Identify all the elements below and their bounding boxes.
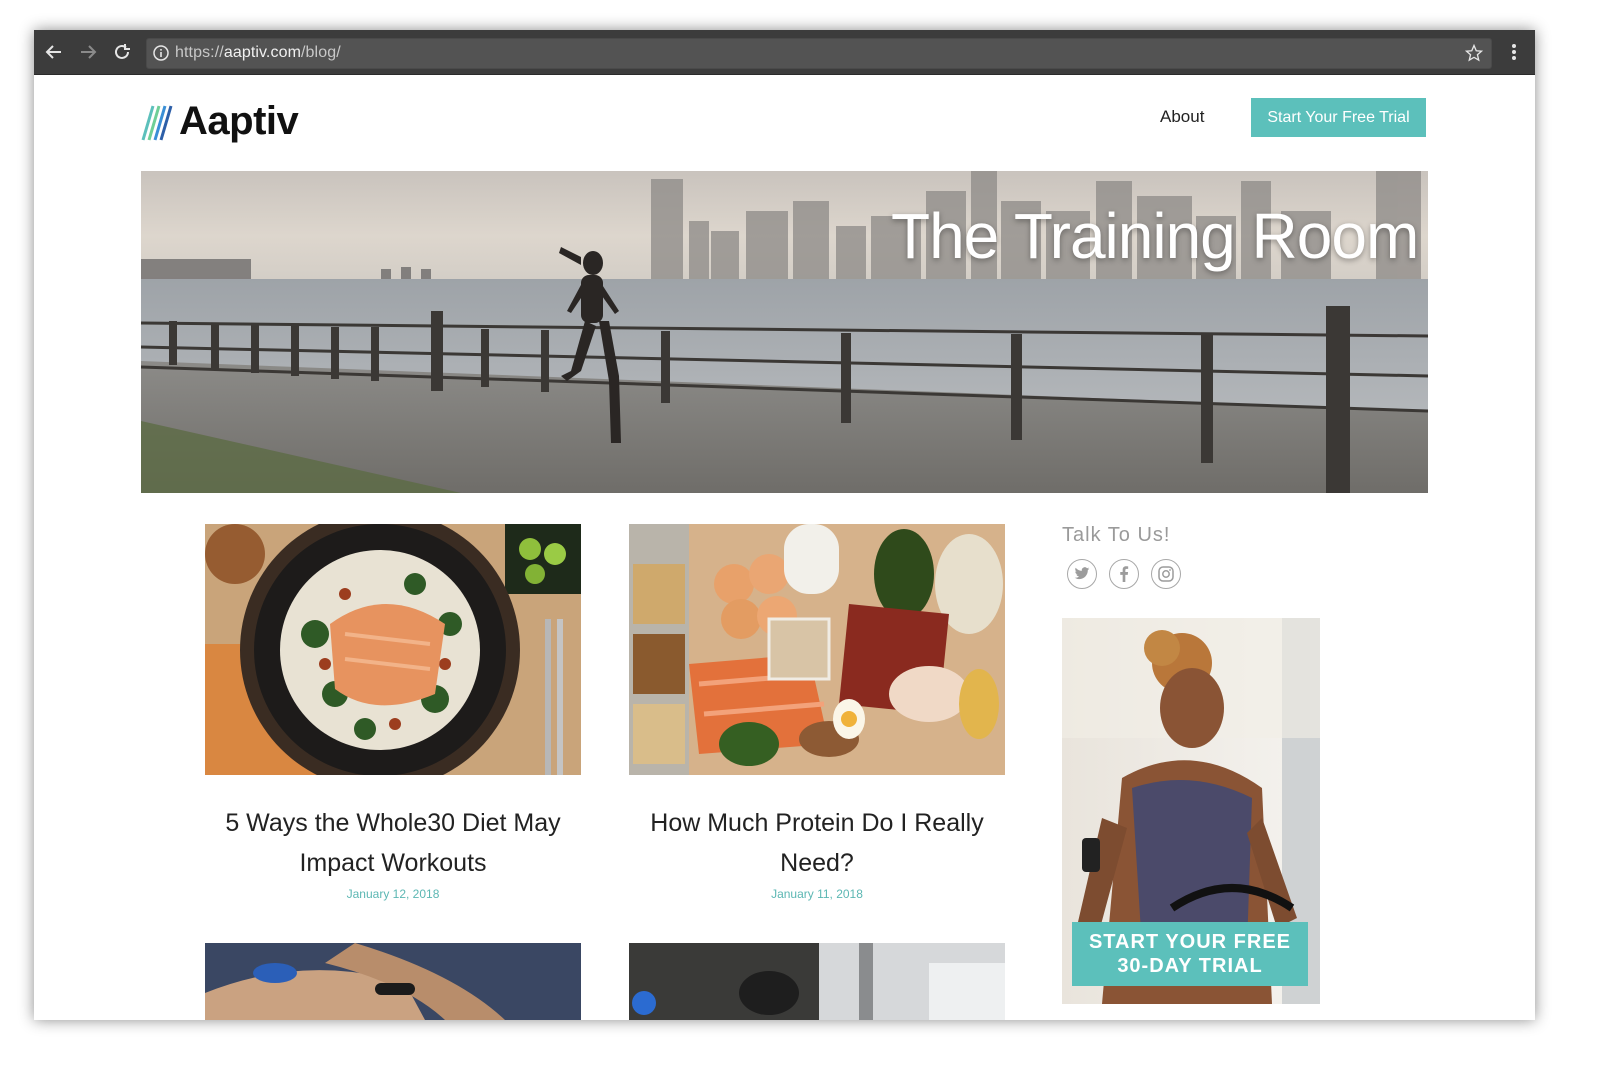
post-image-whole30[interactable] <box>205 524 581 775</box>
logo-stripes-icon <box>141 105 173 141</box>
hero-title: The Training Room <box>891 200 1419 272</box>
hero-banner: The Training Room <box>141 171 1428 493</box>
browser-toolbar: https://aaptiv.com/blog/ <box>34 30 1535 75</box>
ad-cta-line2: 30-DAY TRIAL <box>1117 955 1263 977</box>
workout-image <box>205 943 581 1020</box>
star-icon[interactable] <box>1464 43 1484 67</box>
post-date: January 11, 2018 <box>771 887 863 901</box>
food-image <box>629 524 1005 775</box>
post-title[interactable]: How Much Protein Do I Really Need? <box>629 803 1005 883</box>
back-icon[interactable] <box>42 40 66 64</box>
menu-icon[interactable] <box>1502 40 1526 64</box>
url-scheme: https:// <box>175 44 224 61</box>
ad-cta-line1: START YOUR FREE <box>1088 931 1292 953</box>
facebook-icon[interactable] <box>1109 559 1139 589</box>
sidebar-heading: Talk To Us! <box>1062 524 1171 546</box>
workout-image <box>629 943 1005 1020</box>
post-card[interactable]: 5 Ways the Whole30 Diet May Impact Worko… <box>205 524 581 901</box>
url-host: aaptiv.com <box>223 44 302 61</box>
twitter-icon[interactable] <box>1067 559 1097 589</box>
forward-icon[interactable] <box>76 40 100 64</box>
reload-icon[interactable] <box>110 40 134 64</box>
url-text: https://aaptiv.com/blog/ <box>175 44 341 62</box>
browser-window: https://aaptiv.com/blog/ Aaptiv About St… <box>34 30 1535 1020</box>
aaptiv-logo[interactable]: Aaptiv <box>141 93 301 149</box>
post-image-partial[interactable] <box>629 943 1005 1020</box>
info-icon[interactable] <box>153 45 169 66</box>
post-image-partial[interactable] <box>205 943 581 1020</box>
start-free-trial-button[interactable]: Start Your Free Trial <box>1251 98 1426 137</box>
free-trial-ad[interactable]: START YOUR FREE 30-DAY TRIAL <box>1062 618 1320 1004</box>
nav-about-link[interactable]: About <box>1160 107 1204 127</box>
instagram-icon[interactable] <box>1151 559 1181 589</box>
url-path: /blog/ <box>301 44 341 61</box>
address-bar[interactable]: https://aaptiv.com/blog/ <box>146 38 1492 69</box>
post-title[interactable]: 5 Ways the Whole30 Diet May Impact Worko… <box>205 803 581 883</box>
post-image-protein[interactable] <box>629 524 1005 775</box>
post-date: January 12, 2018 <box>346 887 440 901</box>
page-content: Aaptiv About Start Your Free Trial The T… <box>34 75 1535 1020</box>
ad-cta-banner[interactable]: START YOUR FREE 30-DAY TRIAL <box>1072 922 1308 986</box>
logo-text: Aaptiv <box>179 98 299 143</box>
post-card[interactable]: How Much Protein Do I Really Need? Janua… <box>629 524 1005 901</box>
food-image <box>205 524 581 775</box>
